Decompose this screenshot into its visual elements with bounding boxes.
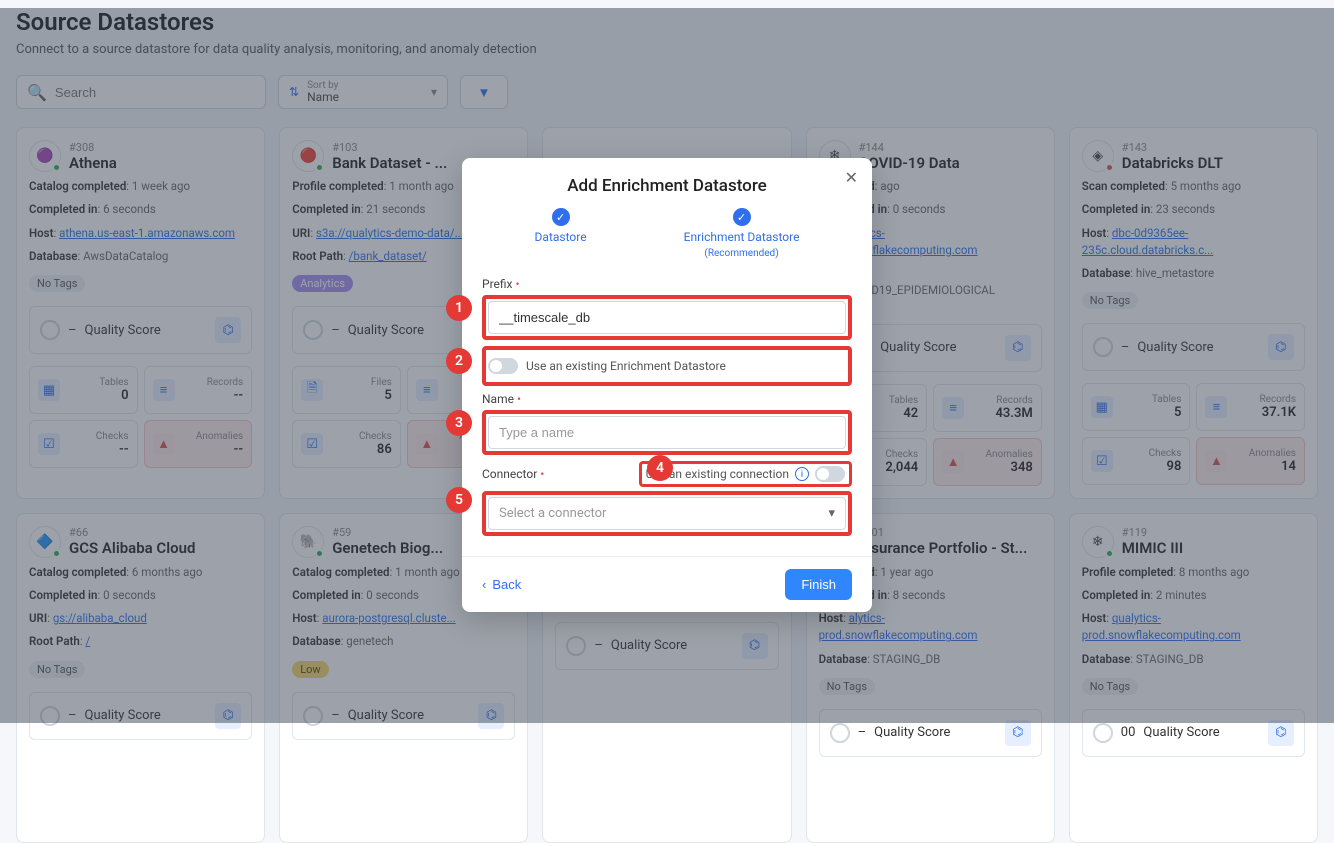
modal-overlay: ✕ Add Enrichment Datastore ✓ Datastore ✓… xyxy=(0,8,1334,723)
callout-5: 5 xyxy=(446,487,472,513)
score-label: Quality Score xyxy=(874,725,950,740)
info-icon: i xyxy=(795,467,809,481)
score-value: – xyxy=(858,725,867,740)
callout-4: 4 xyxy=(647,455,673,481)
connector-label: Connector • xyxy=(482,467,544,481)
check-icon: ✓ xyxy=(552,208,570,226)
callout-3: 3 xyxy=(446,410,472,436)
callout-1: 1 xyxy=(446,295,472,321)
callout-2: 2 xyxy=(446,348,472,374)
back-button[interactable]: ‹ Back xyxy=(482,577,521,592)
score-label: Quality Score xyxy=(1143,725,1219,740)
finish-button[interactable]: Finish xyxy=(785,569,852,600)
close-icon: ✕ xyxy=(845,170,858,187)
toggle-off-icon[interactable] xyxy=(815,466,845,482)
tree-icon[interactable]: ⌬ xyxy=(1268,720,1294,746)
add-enrichment-modal: ✕ Add Enrichment Datastore ✓ Datastore ✓… xyxy=(462,158,872,612)
score-value: 00 xyxy=(1121,725,1136,740)
name-label: Name • xyxy=(482,392,852,406)
score-gauge-icon xyxy=(830,723,850,743)
prefix-label: Prefix • xyxy=(482,277,852,291)
close-button[interactable]: ✕ xyxy=(845,168,858,188)
name-input[interactable] xyxy=(488,416,846,449)
prefix-input[interactable] xyxy=(488,301,846,334)
chevron-down-icon: ▾ xyxy=(828,506,835,521)
use-existing-ds-toggle-row[interactable]: Use an existing Enrichment Datastore xyxy=(488,352,846,380)
connector-select[interactable]: Select a connector ▾ xyxy=(488,497,846,530)
toggle-off-icon[interactable] xyxy=(488,358,518,374)
score-gauge-icon xyxy=(1093,723,1113,743)
modal-title: Add Enrichment Datastore xyxy=(462,158,872,208)
step-enrichment[interactable]: ✓ Enrichment Datastore (Recommended) xyxy=(684,208,800,259)
check-icon: ✓ xyxy=(733,208,751,226)
chevron-left-icon: ‹ xyxy=(482,577,486,592)
tree-icon[interactable]: ⌬ xyxy=(1005,720,1031,746)
step-datastore[interactable]: ✓ Datastore xyxy=(535,208,587,259)
